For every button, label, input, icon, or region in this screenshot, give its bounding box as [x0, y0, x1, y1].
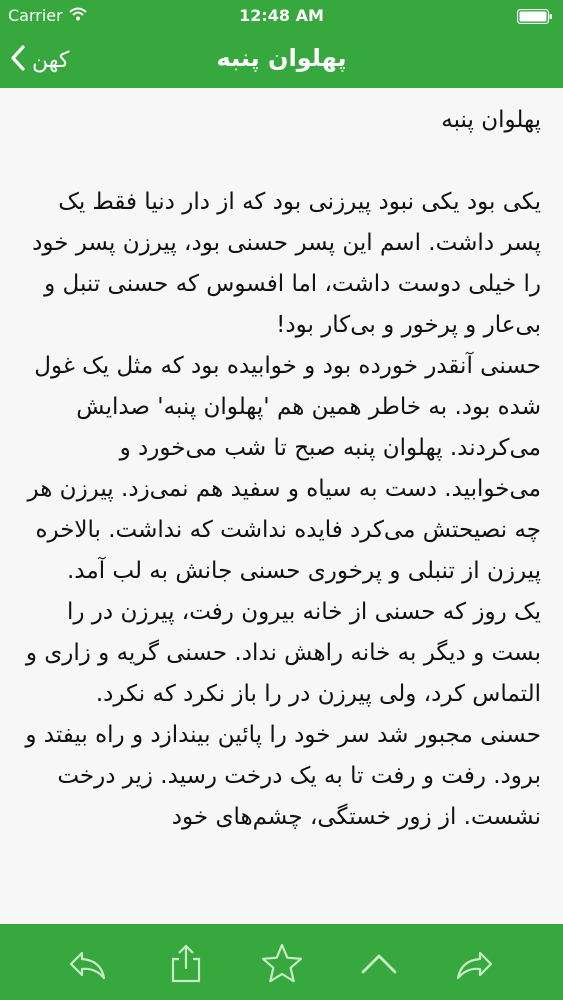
previous-button[interactable] [66, 942, 110, 986]
next-button[interactable] [452, 942, 496, 986]
bottom-toolbar [0, 924, 563, 1000]
battery-icon [516, 8, 553, 25]
story-title: پهلوان پنبه [441, 107, 541, 133]
nav-bar: کهن پهلوان پنبه [0, 32, 563, 88]
status-bar: Carrier 12:48 AM [0, 0, 563, 32]
share-button[interactable] [164, 942, 208, 986]
favorite-button[interactable] [260, 942, 304, 986]
story-paragraph: حسنی آنقدر خورده بود و خوابیده بود که مث… [27, 353, 541, 584]
status-time: 12:48 AM [239, 6, 324, 25]
story-paragraph: یک روز که حسنی از خانه بیرون رفت، پیرزن … [25, 599, 541, 707]
star-icon [260, 943, 304, 990]
share-icon [164, 944, 208, 990]
story-paragraph: یکی بود یکی نبود پیرزنی بود که از دار دن… [32, 189, 541, 338]
chevron-up-icon [357, 954, 401, 990]
reply-back-icon [66, 951, 110, 990]
top-bar: Carrier 12:48 AM کهن پهلوان پنبه [0, 0, 563, 88]
story-paragraph: حسنی مجبور شد سر خود را پائین بیندازد و … [25, 722, 541, 830]
page-title: پهلوان پنبه [216, 44, 347, 72]
scroll-up-button[interactable] [357, 942, 401, 986]
forward-icon [452, 951, 496, 990]
story-text: پهلوان پنبه یکی بود یکی نبود پیرزنی بود … [0, 88, 563, 924]
